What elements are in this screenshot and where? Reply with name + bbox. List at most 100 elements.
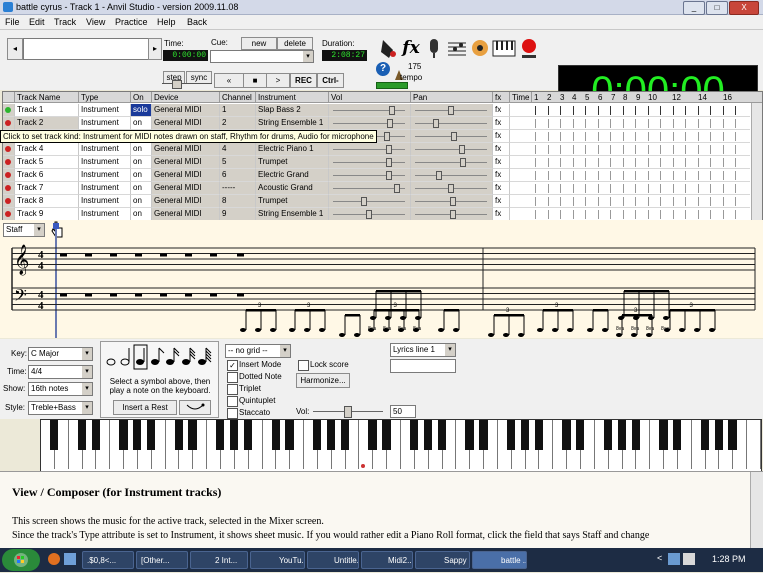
track-name-cell[interactable]: Track 6	[15, 169, 79, 182]
tie-button[interactable]	[179, 400, 211, 415]
slider-thumb[interactable]	[394, 184, 400, 193]
black-key[interactable]	[576, 420, 585, 450]
tray-expand-arrow[interactable]: <	[657, 553, 662, 563]
taskbar-item[interactable]: [Other...	[136, 551, 188, 569]
mixer-icon[interactable]	[377, 36, 399, 60]
black-key[interactable]	[50, 420, 59, 450]
black-key[interactable]	[313, 420, 322, 450]
track-on-cell[interactable]: on	[131, 169, 152, 182]
harmonize-button[interactable]: Harmonize...	[296, 373, 350, 388]
minimize-button[interactable]: _	[683, 1, 705, 15]
white-key[interactable]	[747, 420, 761, 469]
black-key[interactable]	[285, 420, 294, 450]
new-cue-button[interactable]: new	[241, 37, 277, 50]
dotted-note-checkbox[interactable]	[227, 372, 238, 383]
track-type-cell[interactable]: Instrument	[79, 169, 131, 182]
track-fx-cell[interactable]: fx	[493, 182, 510, 195]
track-select-cell[interactable]	[3, 182, 15, 195]
track-select-cell[interactable]	[3, 169, 15, 182]
record-indicator-icon[interactable]	[518, 36, 540, 60]
track-select-cell[interactable]	[3, 156, 15, 169]
track-name-cell[interactable]: Track 8	[15, 195, 79, 208]
black-key[interactable]	[465, 420, 474, 450]
col-header-track-name[interactable]: Track Name	[15, 92, 79, 103]
staff-view-icon[interactable]	[446, 36, 468, 60]
taskbar-item-active[interactable]: battle ...	[472, 551, 527, 569]
firefox-quicklaunch-icon[interactable]	[48, 553, 60, 565]
track-timeline[interactable]	[510, 182, 750, 195]
slider-thumb[interactable]	[386, 171, 392, 180]
black-key[interactable]	[146, 420, 156, 450]
menu-file[interactable]: File	[5, 17, 20, 27]
grid-scrollbar[interactable]	[751, 103, 762, 220]
system-clock[interactable]: 1:28 PM	[712, 554, 746, 564]
black-key[interactable]	[700, 420, 710, 450]
col-header-instrument[interactable]: Instrument	[256, 92, 329, 103]
track-timeline[interactable]	[510, 156, 750, 169]
track-type-cell[interactable]: Instrument	[79, 195, 131, 208]
fx-icon[interactable]: fx	[400, 36, 422, 60]
black-key[interactable]	[243, 420, 253, 450]
track-device-cell[interactable]: General MIDI	[152, 195, 220, 208]
key-select[interactable]: C Major ▾	[28, 347, 93, 361]
track-device-cell[interactable]: General MIDI	[152, 143, 220, 156]
insert-mode-checkbox[interactable]: ✓	[227, 360, 238, 371]
play-button[interactable]: >	[266, 73, 290, 88]
slider-thumb[interactable]	[448, 106, 454, 115]
track-pan-slider[interactable]	[411, 130, 493, 143]
slider-thumb[interactable]	[436, 171, 442, 180]
track-pan-slider[interactable]	[411, 182, 493, 195]
insert-rest-button[interactable]: Insert a Rest	[113, 400, 177, 415]
staccato-checkbox[interactable]	[227, 408, 238, 419]
slider-thumb[interactable]	[366, 210, 372, 219]
menu-practice[interactable]: Practice	[115, 17, 148, 27]
track-timeline[interactable]	[510, 117, 750, 130]
slider-thumb[interactable]	[386, 158, 392, 167]
note-volume-field[interactable]: 50	[390, 405, 416, 418]
track-on-cell[interactable]: on	[131, 182, 152, 195]
menu-edit[interactable]: Edit	[29, 17, 45, 27]
position-slider-thumb[interactable]	[172, 80, 182, 89]
taskbar-item[interactable]: Midi2...	[361, 551, 413, 569]
slider-thumb[interactable]	[450, 197, 456, 206]
slider-thumb[interactable]	[433, 119, 439, 128]
track-on-cell[interactable]: on	[131, 156, 152, 169]
black-key[interactable]	[340, 420, 350, 450]
black-key[interactable]	[423, 420, 433, 450]
select-all-header[interactable]	[3, 92, 15, 103]
track-channel-cell[interactable]: 5	[220, 156, 256, 169]
col-header-device[interactable]: Device	[152, 92, 220, 103]
track-channel-cell[interactable]: 2	[220, 117, 256, 130]
track-device-cell[interactable]: General MIDI	[152, 104, 220, 117]
stop-button[interactable]: ■	[243, 73, 267, 88]
close-button[interactable]: X	[729, 1, 759, 15]
track-select-cell[interactable]	[3, 117, 15, 130]
black-key[interactable]	[174, 420, 183, 450]
slider-thumb[interactable]	[460, 158, 466, 167]
note-volume-thumb[interactable]	[344, 406, 352, 418]
col-header-vol[interactable]: Vol	[329, 92, 411, 103]
track-instrument-cell[interactable]: String Ensemble 1	[256, 117, 329, 130]
black-key[interactable]	[631, 420, 640, 450]
start-button[interactable]	[2, 549, 40, 571]
track-type-cell[interactable]: Instrument	[79, 117, 131, 130]
track-device-cell[interactable]: General MIDI	[152, 182, 220, 195]
col-header-pan[interactable]: Pan	[411, 92, 493, 103]
slider-thumb[interactable]	[448, 184, 454, 193]
track-instrument-cell[interactable]: Trumpet	[256, 195, 329, 208]
black-key[interactable]	[506, 420, 516, 450]
menu-back[interactable]: Back	[187, 17, 207, 27]
triplet-checkbox[interactable]	[227, 384, 238, 395]
black-key[interactable]	[133, 420, 142, 450]
col-header-time[interactable]: Time	[510, 92, 532, 103]
track-timeline[interactable]	[510, 104, 750, 117]
black-key[interactable]	[326, 420, 336, 450]
rewind-button[interactable]: «	[214, 73, 244, 88]
black-key[interactable]	[603, 420, 613, 450]
black-key[interactable]	[382, 420, 391, 450]
black-key[interactable]	[77, 420, 86, 450]
track-name-cell[interactable]: Track 7	[15, 182, 79, 195]
track-fx-cell[interactable]: fx	[493, 195, 510, 208]
black-key[interactable]	[437, 420, 446, 450]
track-name-cell[interactable]: Track 2	[15, 117, 79, 130]
